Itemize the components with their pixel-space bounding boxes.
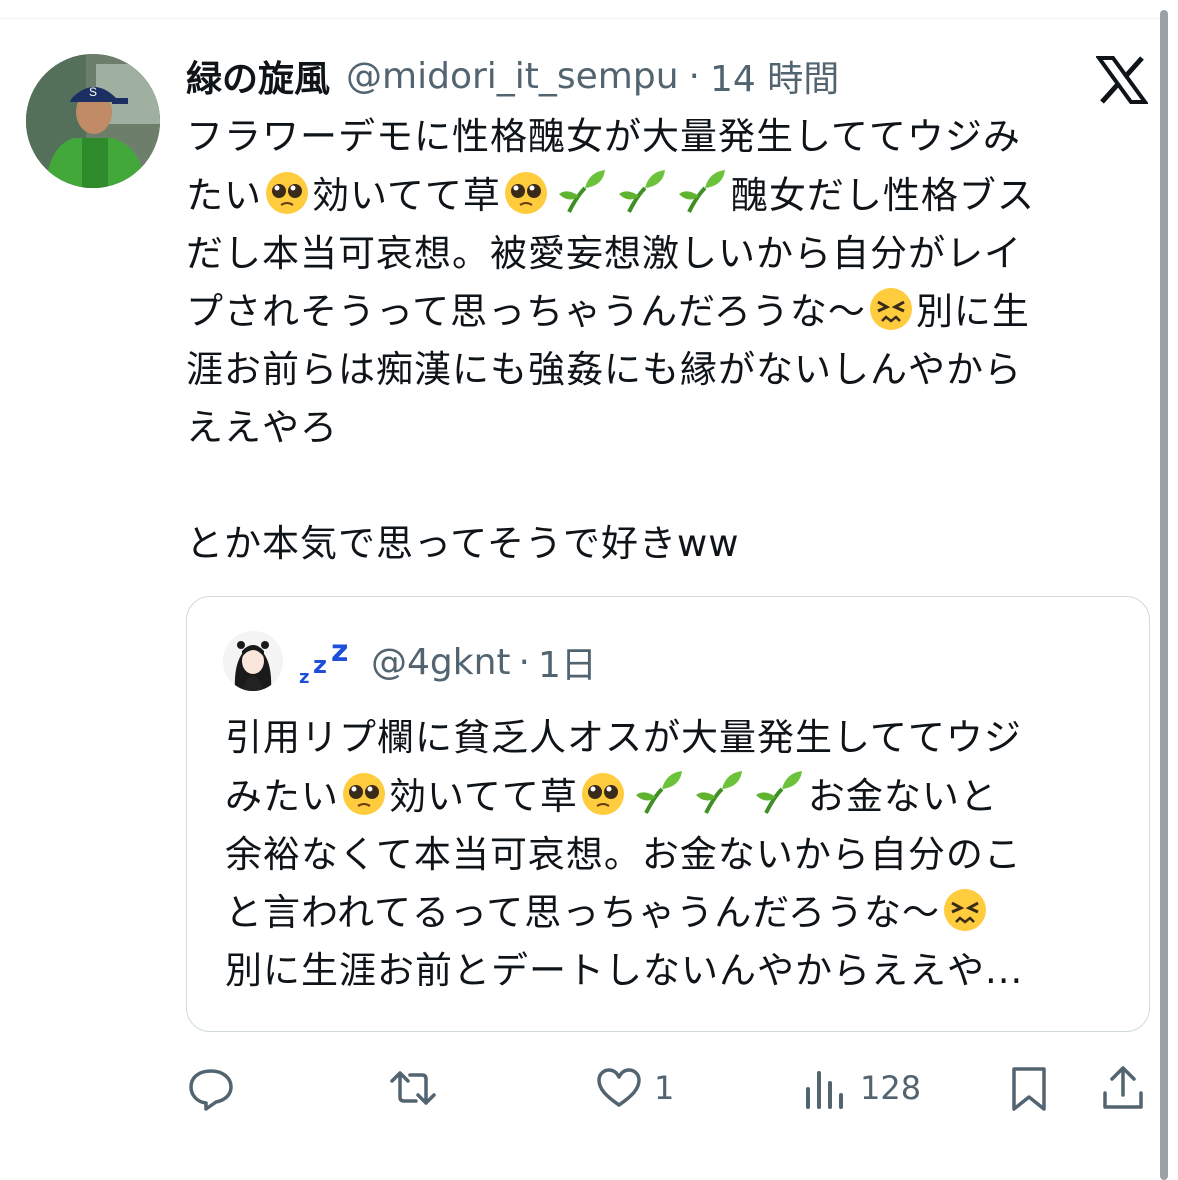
quoted-tweet-timestamp[interactable]: 1日 [538, 636, 597, 688]
views-button[interactable]: 128 [800, 1060, 921, 1116]
tweet-text-fragment: 効いてて草 [312, 174, 501, 217]
pleading-face-emoji [343, 773, 385, 815]
tweet-action-bar: 1 128 [0, 1060, 1160, 1120]
tweet-line: フラワーデモに性格醜女が大量発生しててウジみ [186, 115, 1021, 158]
seedling-emoji [558, 170, 605, 213]
scrollbar[interactable] [1160, 10, 1168, 1180]
share-button[interactable] [1098, 1060, 1148, 1116]
tweet-line: だし本当可哀想。被愛妄想激しいから自分がレイ [186, 232, 1022, 275]
seedling-emoji [618, 170, 665, 213]
quote-line: 引用リプ欄に貧乏人オスが大量発生しててウジ [225, 716, 1022, 759]
zzz-emoji[interactable]: z z z [297, 635, 357, 689]
seedling-emoji [635, 771, 682, 814]
author-handle[interactable]: @midori_it_sempu [346, 56, 679, 97]
persevering-face-emoji [869, 288, 912, 330]
tweet-text-fragment: たい [186, 174, 262, 217]
svg-text:z: z [331, 635, 348, 669]
pleading-face-emoji [266, 172, 308, 214]
tweet-line: ええやろ [186, 406, 338, 449]
pleading-face-emoji [504, 172, 547, 214]
like-icon [597, 1068, 641, 1107]
svg-text:S: S [89, 85, 97, 99]
like-count: 1 [654, 1069, 675, 1107]
quote-line: 余裕なくて本当可哀想。お金ないから自分のこ [225, 833, 1022, 876]
view-count: 128 [860, 1069, 922, 1107]
share-icon [1103, 1066, 1143, 1109]
like-button[interactable]: 1 [594, 1060, 674, 1116]
tweet-line: 涯お前らは痴漢にも強姦にも縁がないしんやから [186, 348, 1022, 391]
reply-button[interactable] [186, 1060, 246, 1116]
tweet-line: たい 効いてて草 醜女だし性格ブス [186, 166, 1146, 225]
tweet-line: プされそうって思っちゃうんだろうな〜 別に生 [186, 283, 1146, 341]
retweet-button[interactable] [388, 1060, 448, 1116]
seedling-emoji [755, 771, 802, 814]
quoted-tweet-header: z z z @4gknt · 1日 [297, 635, 597, 689]
persevering-face-emoji [943, 889, 986, 931]
quoted-author-avatar[interactable] [223, 631, 283, 691]
bookmark-icon [1012, 1067, 1046, 1111]
author-display-name[interactable]: 緑の旋風 [186, 50, 330, 102]
quote-line: 別に生涯お前とデートしないんやからええや... [225, 949, 1024, 992]
retweet-icon [390, 1071, 436, 1105]
bookmark-button[interactable] [1004, 1060, 1054, 1116]
quote-text-fragment: みたい [225, 775, 339, 818]
tweet-header: 緑の旋風 @midori_it_sempu · 14 時間 [186, 50, 839, 102]
tweet-text-fragment: 醜女だし性格ブス [730, 174, 1035, 217]
tweet-text-fragment: プされそうって思っちゃうんだろうな〜 [186, 290, 866, 333]
quote-text-fragment: お金ないと [807, 775, 998, 818]
quoted-avatar-image [223, 631, 283, 691]
pleading-face-emoji [581, 773, 624, 815]
seedling-emoji [695, 771, 742, 814]
quoted-tweet-text: 引用リプ欄に貧乏人オスが大量発生しててウジ みたい 効いてて草 お金ないと 余裕なく… [225, 709, 1125, 1000]
views-icon [806, 1071, 843, 1109]
tweet-text-fragment: 別に生 [915, 290, 1030, 333]
meta-separator: · [688, 55, 700, 97]
quote-text-fragment: 効いてて草 [389, 775, 578, 818]
tweet-text: フラワーデモに性格醜女が大量発生しててウジみ たい 効いてて草 醜女だし性格ブス だ… [186, 108, 1146, 573]
meta-separator: · [518, 641, 530, 683]
tweet-timestamp[interactable]: 14 時間 [710, 50, 839, 102]
quoted-author-handle[interactable]: @4gknt [371, 642, 511, 683]
seedling-emoji [678, 170, 725, 213]
author-avatar-image: S [26, 54, 160, 188]
top-divider [0, 0, 1160, 19]
svg-text:z: z [299, 667, 309, 688]
quoted-tweet-card[interactable]: z z z @4gknt · 1日 引用リプ欄に貧乏人オスが大量発生しててウジ … [186, 596, 1150, 1032]
quote-line: みたい 効いてて草 お金ないと [225, 767, 1125, 826]
svg-text:z: z [313, 651, 327, 679]
quote-line: と言われてるって思っちゃうんだろうな〜 [225, 884, 1125, 942]
x-logo-icon[interactable] [1096, 56, 1148, 104]
reply-icon [189, 1069, 233, 1111]
tweet-line: とか本気で思ってそうで好きww [186, 522, 740, 565]
quote-text-fragment: と言われてるって思っちゃうんだろうな〜 [225, 891, 940, 934]
author-avatar[interactable]: S [26, 54, 160, 188]
